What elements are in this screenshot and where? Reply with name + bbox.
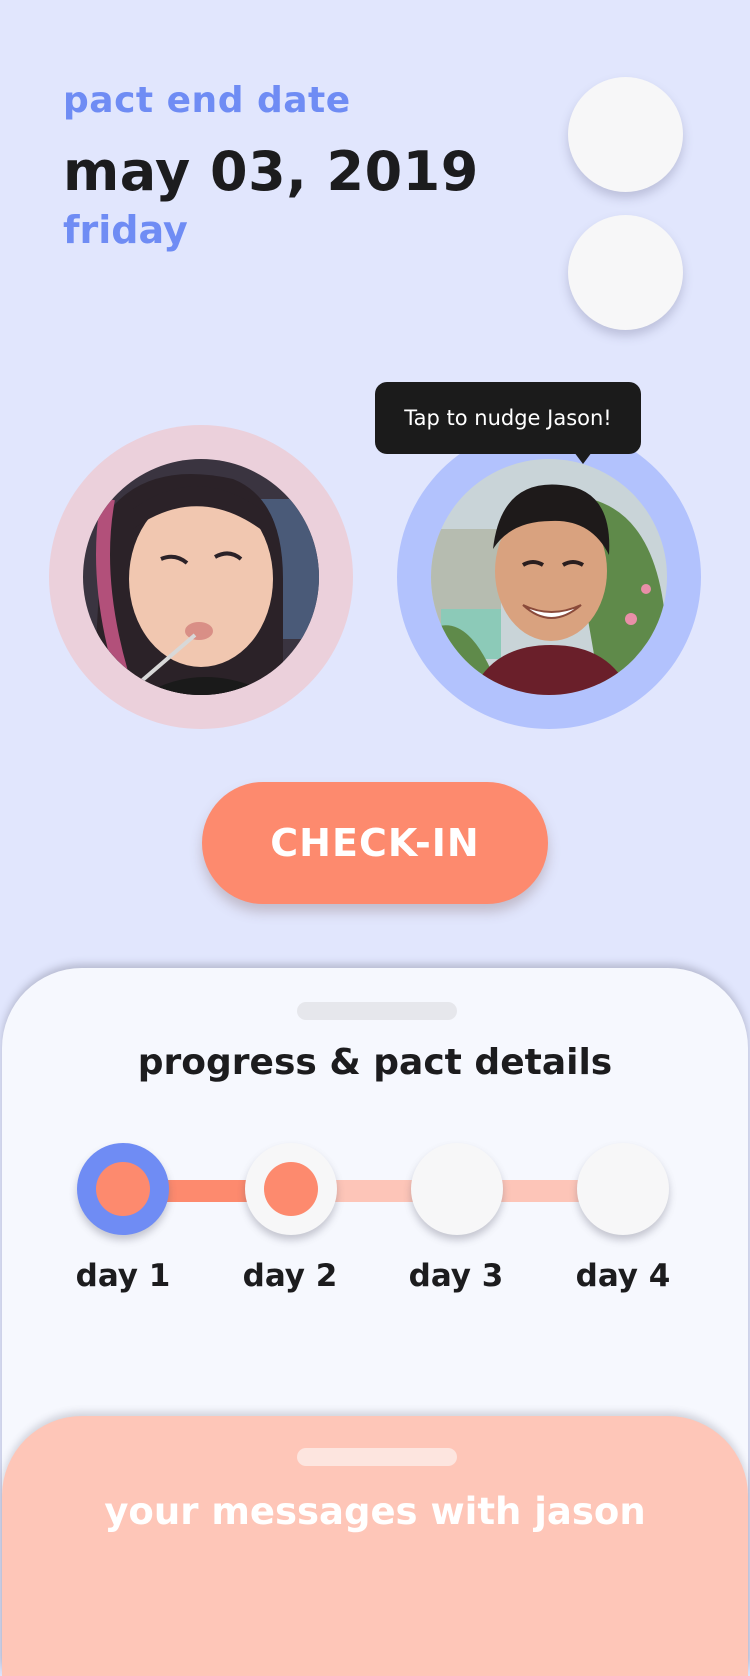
- partner-photo-avatar: [431, 459, 667, 695]
- day-2-marker-fill: [264, 1162, 318, 1216]
- user-avatar-ring[interactable]: [49, 425, 353, 729]
- day-1-marker-fill: [96, 1162, 150, 1216]
- day-3-label: day 3: [408, 1258, 504, 1294]
- pact-end-date: may 03, 2019: [63, 140, 479, 203]
- check-in-button[interactable]: CHECK-IN: [202, 782, 548, 904]
- top-action-button-1[interactable]: [568, 77, 683, 192]
- progress-sheet-title: progress & pact details: [137, 1042, 613, 1083]
- messages-sheet-title: your messages with jason: [104, 1490, 646, 1533]
- nudge-tooltip: Tap to nudge Jason!: [375, 382, 641, 454]
- day-1-label: day 1: [75, 1258, 171, 1294]
- top-action-button-2[interactable]: [568, 215, 683, 330]
- day-4-marker[interactable]: [577, 1143, 669, 1235]
- partner-avatar-ring[interactable]: [397, 425, 701, 729]
- user-photo-avatar: [83, 459, 319, 695]
- day-2-label: day 2: [242, 1258, 338, 1294]
- progress-sheet-drag-handle[interactable]: [297, 1002, 457, 1020]
- day-3-marker[interactable]: [411, 1143, 503, 1235]
- day-2-marker[interactable]: [245, 1143, 337, 1235]
- messages-sheet-drag-handle[interactable]: [297, 1448, 457, 1466]
- pact-end-weekday: friday: [63, 208, 188, 252]
- day-4-label: day 4: [575, 1258, 671, 1294]
- pact-end-date-label: pact end date: [63, 80, 351, 121]
- day-1-marker[interactable]: [77, 1143, 169, 1235]
- tooltip-pointer: [574, 452, 592, 464]
